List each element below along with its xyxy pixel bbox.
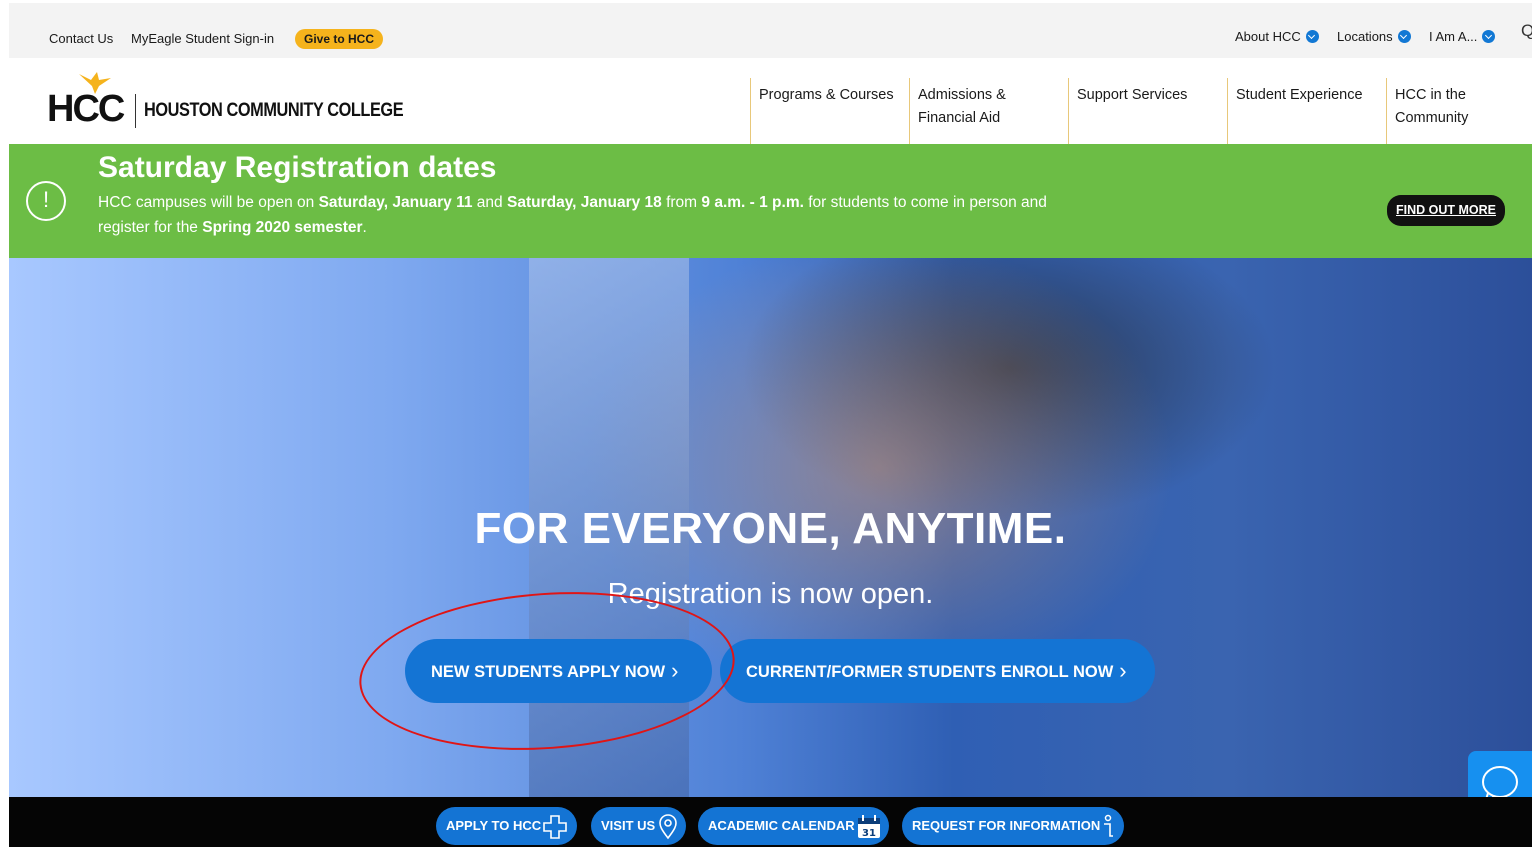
nav-label-line2: Community bbox=[1395, 110, 1469, 126]
alert-title: Saturday Registration dates bbox=[98, 151, 497, 184]
hero-subtitle: Registration is now open. bbox=[607, 578, 934, 610]
logo-mark: HCC bbox=[47, 88, 125, 130]
nav-support-services[interactable]: Support Services bbox=[1068, 78, 1227, 144]
current-students-enroll-button[interactable]: CURRENT/FORMER STUDENTS ENROLL NOW › bbox=[720, 639, 1155, 703]
alert-hours: 9 a.m. - 1 p.m. bbox=[701, 194, 804, 211]
alert-text: . bbox=[362, 219, 367, 236]
locations-label: Locations bbox=[1337, 29, 1393, 44]
exclamation-icon: ! bbox=[26, 181, 66, 221]
plus-icon bbox=[543, 815, 567, 839]
page: Contact Us MyEagle Student Sign-in Give … bbox=[9, 0, 1532, 847]
search-icon[interactable]: Q bbox=[1521, 21, 1532, 41]
nav-label: Student Experience bbox=[1236, 87, 1363, 103]
utility-bar: Contact Us MyEagle Student Sign-in Give … bbox=[9, 0, 1532, 58]
request-information-button[interactable]: REQUEST FOR INFORMATION bbox=[902, 807, 1124, 845]
alert-semester: Spring 2020 semester bbox=[202, 219, 363, 236]
quick-link-label: APPLY TO HCC bbox=[446, 818, 542, 833]
nav-hcc-community[interactable]: HCC in the Community bbox=[1386, 78, 1516, 144]
chevron-down-icon bbox=[1305, 30, 1319, 43]
find-out-more-button[interactable]: FIND OUT MORE bbox=[1387, 195, 1505, 226]
give-to-hcc-button[interactable]: Give to HCC bbox=[295, 29, 384, 49]
nav-label-line2: Financial Aid bbox=[918, 110, 1001, 126]
nav-label: Admissions & bbox=[918, 87, 1006, 103]
locations-dropdown[interactable]: Locations bbox=[1337, 29, 1411, 44]
quick-link-label: ACADEMIC CALENDAR bbox=[708, 818, 855, 833]
quick-link-label: VISIT US bbox=[601, 818, 656, 833]
info-icon bbox=[1104, 814, 1113, 837]
chevron-down-icon bbox=[1397, 30, 1411, 43]
nav-label: Support Services bbox=[1077, 87, 1188, 103]
academic-calendar-button[interactable]: ACADEMIC CALENDAR 31 bbox=[698, 807, 889, 845]
hero-banner: FOR EVERYONE, ANYTIME. Registration is n… bbox=[9, 258, 1532, 797]
about-hcc-dropdown[interactable]: About HCC bbox=[1235, 29, 1319, 44]
nav-admissions-financial-aid[interactable]: Admissions & Financial Aid bbox=[909, 78, 1068, 144]
visit-us-button[interactable]: VISIT US bbox=[591, 807, 686, 845]
alert-text: and bbox=[472, 194, 507, 211]
quick-link-label: REQUEST FOR INFORMATION bbox=[912, 818, 1101, 833]
alert-date-2: Saturday, January 18 bbox=[506, 194, 662, 211]
alert-body: HCC campuses will be open on Saturday, J… bbox=[98, 190, 1078, 240]
chevron-down-icon bbox=[1482, 30, 1496, 43]
alert-date-1: Saturday, January 11 bbox=[318, 194, 473, 211]
registration-alert-banner: ! Saturday Registration dates HCC campus… bbox=[9, 144, 1532, 258]
alert-text: from bbox=[661, 194, 702, 211]
nav-student-experience[interactable]: Student Experience bbox=[1227, 78, 1386, 144]
chevron-right-icon: › bbox=[1119, 658, 1127, 683]
contact-us-link[interactable]: Contact Us bbox=[49, 31, 113, 46]
logo-text: HOUSTON COMMUNITY COLLEGE bbox=[144, 100, 404, 121]
logo-divider bbox=[135, 94, 136, 128]
nav-programs-courses[interactable]: Programs & Courses bbox=[750, 78, 909, 144]
cta-label: CURRENT/FORMER STUDENTS ENROLL NOW bbox=[746, 663, 1114, 681]
alert-text: HCC campuses will be open on bbox=[98, 194, 319, 211]
nav-label: HCC in the bbox=[1395, 87, 1466, 103]
quick-links-bar: APPLY TO HCC VISIT US ACADEMIC CALENDAR … bbox=[9, 797, 1532, 847]
nav-label: Programs & Courses bbox=[759, 87, 894, 103]
hero-title: FOR EVERYONE, ANYTIME. bbox=[474, 504, 1067, 553]
myeagle-signin-link[interactable]: MyEagle Student Sign-in bbox=[131, 31, 274, 46]
map-pin-icon bbox=[659, 814, 677, 840]
hcc-logo[interactable]: HCC HOUSTON COMMUNITY COLLEGE bbox=[47, 70, 407, 130]
apply-to-hcc-button[interactable]: APPLY TO HCC bbox=[436, 807, 577, 845]
i-am-a-label: I Am A... bbox=[1429, 29, 1478, 44]
i-am-a-dropdown[interactable]: I Am A... bbox=[1429, 29, 1496, 44]
about-hcc-label: About HCC bbox=[1235, 29, 1301, 44]
calendar-icon: 31 bbox=[858, 815, 880, 839]
main-header: HCC HOUSTON COMMUNITY COLLEGE Programs &… bbox=[9, 58, 1532, 144]
calendar-day: 31 bbox=[862, 828, 876, 839]
